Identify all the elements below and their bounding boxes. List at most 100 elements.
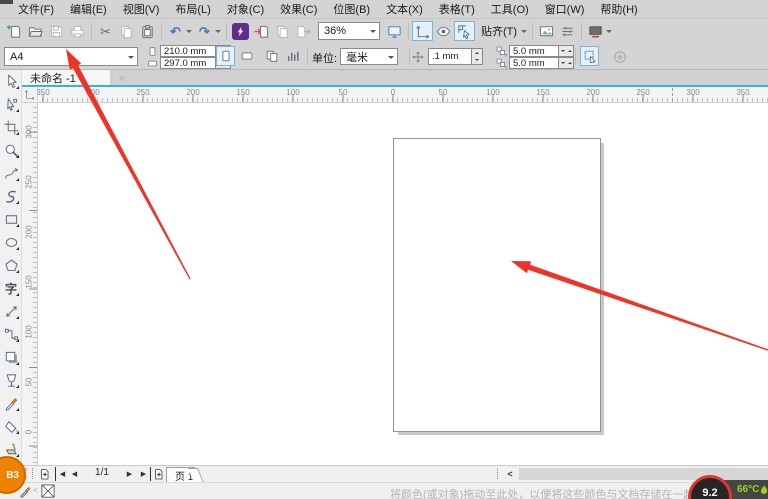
menu-object[interactable]: 对象(C) [219,0,272,18]
first-page-button[interactable]: ◀ [55,467,68,481]
artistic-media-tool[interactable] [0,185,22,208]
duplicate-y-icon [496,58,507,69]
nudge-offset-input[interactable]: .1 mm [428,48,472,65]
text-tool[interactable]: 字 [0,277,22,300]
last-page-button[interactable]: ▶ [138,467,151,481]
redo-icon[interactable]: ↷ [194,21,215,41]
zoom-tool[interactable] [0,139,22,162]
toolbar-drag-handle[interactable] [32,468,33,479]
duplicate-x-input[interactable]: 5.0 mm [509,45,559,57]
menu-tools[interactable]: 工具(O) [483,0,537,18]
duplicate-y-input[interactable]: 5.0 mm [509,57,559,69]
previous-page-button[interactable]: ◀ [69,467,80,481]
add-options-icon[interactable] [610,47,629,67]
nudge-spinner[interactable] [472,48,483,65]
polygon-tool[interactable] [0,254,22,277]
display-dropdown-caret[interactable] [606,29,613,36]
landscape-orientation-button[interactable] [237,46,256,66]
next-page-button[interactable]: ▶ [124,467,135,481]
new-tab-button[interactable]: + [118,71,125,85]
snap-cursor-toggle[interactable] [454,21,475,41]
drawing-canvas[interactable] [38,103,768,465]
units-combo[interactable]: 毫米 [340,48,398,65]
import-button[interactable] [251,21,272,41]
export-button[interactable] [272,21,293,41]
undo-icon[interactable]: ↶ [165,21,186,41]
toolbar-separator [161,22,162,40]
menu-help[interactable]: 帮助(H) [592,0,645,18]
ruler-label: 150 [24,275,34,289]
current-page-button[interactable] [283,46,302,66]
app-launcher-icon[interactable] [232,22,249,40]
menu-layout[interactable]: 布局(L) [167,0,218,18]
open-button[interactable] [25,21,46,41]
scrollbar-drag-handle[interactable] [497,468,498,479]
vertical-ruler[interactable]: 300 250 200 150 100 50 0 [22,103,38,465]
duplicate-x-spinner[interactable] [559,45,574,57]
publish-pdf-button[interactable] [293,21,314,41]
snap-menu-label[interactable]: 贴齐(T) [481,23,517,39]
all-pages-button[interactable] [262,46,281,66]
fullscreen-preview-button[interactable] [384,21,405,41]
color-eyedropper-tool[interactable] [0,392,22,415]
welcome-screen-button[interactable] [536,21,557,41]
options-button[interactable] [557,21,578,41]
page-width-input[interactable]: 210.0 mm [160,45,216,57]
document-page[interactable] [393,138,601,432]
redo-dropdown-caret[interactable] [215,29,221,36]
units-value: 毫米 [346,51,368,64]
new-document-button[interactable] [4,21,25,41]
shape-tool[interactable] [0,93,22,116]
menu-view[interactable]: 视图(V) [115,0,168,18]
print-button[interactable] [67,21,88,41]
page-preset-combo[interactable]: A4 [4,47,138,66]
menu-effects[interactable]: 效果(C) [272,0,325,18]
snap-dropdown-caret[interactable] [521,29,528,36]
nudge-row: .1 mm [428,48,483,65]
app-window: x y 文件(F) 编辑( [0,0,768,499]
menu-window[interactable]: 窗口(W) [537,0,593,18]
transparency-tool[interactable] [0,369,22,392]
menu-file[interactable]: 文件(F) [10,0,62,18]
menu-text[interactable]: 文本(X) [378,0,431,18]
horizontal-ruler[interactable]: 350 300 250 200 150 100 50 0 50 100 150 200 250 300 35… [36,87,768,103]
scroll-left-button[interactable]: < [503,467,517,481]
save-button[interactable] [46,21,67,41]
display-settings-icon[interactable] [585,21,606,41]
page-tab[interactable]: 页 1 [166,467,196,483]
temperature-readout: 66°C [737,484,768,495]
menu-bitmaps[interactable]: 位图(B) [325,0,378,18]
add-page-after-button[interactable] [151,467,166,481]
connector-tool[interactable] [0,323,22,346]
pick-tool[interactable] [0,70,22,93]
rectangle-tool[interactable] [0,208,22,231]
chevron-down-icon [388,55,394,62]
watermark-badge-text: B3 [6,469,19,481]
menu-table[interactable]: 表格(T) [431,0,483,18]
duplicate-y-spinner[interactable] [559,57,574,69]
show-rulers-toggle[interactable] [412,21,433,41]
toolbar-separator [226,22,227,40]
freehand-tool[interactable] [0,162,22,185]
no-color-swatch[interactable] [41,484,55,498]
interactive-fill-tool[interactable] [0,415,22,438]
page-height-input[interactable]: 297.0 mm [160,57,216,69]
menu-edit[interactable]: 编辑(E) [62,0,115,18]
palette-scroll-left[interactable]: < [33,485,38,495]
crop-tool[interactable] [0,116,22,139]
drop-shadow-tool[interactable] [0,346,22,369]
document-tab[interactable]: 未命名 -1 [22,70,110,85]
copy-button[interactable] [116,21,137,41]
add-page-before-button[interactable] [37,467,52,481]
treat-as-filled-button[interactable] [580,46,599,66]
zoom-level-combo[interactable]: 36% [318,22,380,40]
paste-button[interactable] [137,21,158,41]
ruler-label: 100 [486,88,500,97]
horizontal-scrollbar[interactable] [519,468,768,480]
show-grid-toggle[interactable] [433,21,454,41]
parallel-dimension-tool[interactable] [0,300,22,323]
undo-dropdown-caret[interactable] [186,29,192,36]
ellipse-tool[interactable] [0,231,22,254]
cut-icon[interactable]: ✂ [95,21,116,41]
portrait-orientation-button[interactable] [216,46,235,66]
